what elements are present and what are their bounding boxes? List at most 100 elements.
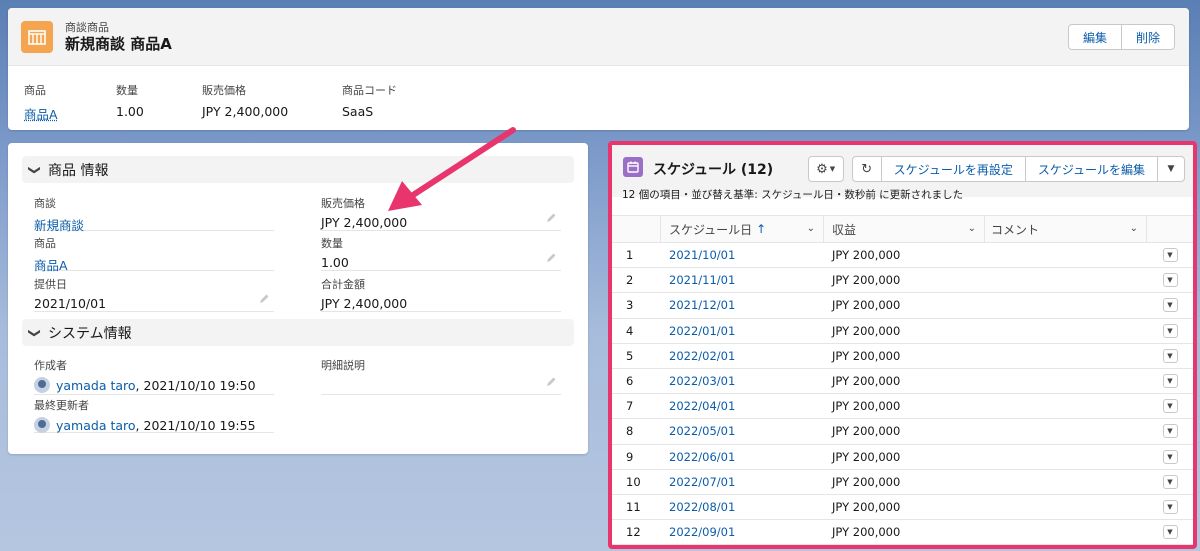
table-row: 10 2022/07/01 JPY 200,000 ▼: [612, 470, 1193, 495]
delete-button[interactable]: 削除: [1121, 24, 1175, 50]
row-number: 11: [626, 499, 641, 514]
created-by-user-link[interactable]: yamada taro: [56, 378, 136, 393]
more-actions-button[interactable]: ▼: [1158, 156, 1185, 182]
schedule-date-link[interactable]: 2022/03/01: [661, 374, 824, 388]
row-action-cell: ▼: [1147, 323, 1193, 338]
row-action-menu-button[interactable]: ▼: [1162, 399, 1178, 414]
column-header-comment[interactable]: コメント ⌄: [985, 216, 1147, 242]
row-action-menu-button[interactable]: ▼: [1162, 424, 1178, 439]
row-number: 8: [626, 424, 634, 439]
section-product-info-title: 商品 情報: [48, 162, 109, 179]
chevron-down-icon: ❯: [28, 164, 42, 175]
avatar: [34, 417, 50, 433]
row-number: 9: [626, 449, 634, 464]
chevron-down-icon: ▼: [1167, 477, 1173, 486]
edit-schedule-button[interactable]: スケジュールを編集: [1025, 156, 1158, 182]
edit-button[interactable]: 編集: [1067, 24, 1122, 50]
row-action-menu-button[interactable]: ▼: [1162, 273, 1178, 288]
chevron-down-icon: ▼: [1167, 326, 1173, 335]
row-action-menu-button[interactable]: ▼: [1162, 323, 1178, 338]
field-product-link[interactable]: 商品A: [34, 255, 274, 274]
revenue-cell: JPY 200,000: [832, 323, 901, 338]
row-action-menu-button[interactable]: ▼: [1162, 525, 1178, 540]
column-header-comment-label: コメント: [991, 222, 1040, 237]
column-header-revenue[interactable]: 収益 ⌄: [824, 216, 985, 242]
modified-by-timestamp: , 2021/10/10 19:55: [135, 417, 256, 433]
schedule-subtitle: 12 個の項目・並び替え基準: スケジュール日・数秒前 に更新されました: [622, 189, 964, 201]
row-action-menu-button[interactable]: ▼: [1162, 298, 1178, 313]
schedule-date-link[interactable]: 2022/06/01: [661, 450, 824, 464]
reset-schedule-button[interactable]: スケジュールを再設定: [881, 156, 1026, 182]
calendar-icon: [623, 157, 643, 177]
section-system-info-header[interactable]: ❯ システム情報: [22, 319, 574, 346]
schedule-date-link[interactable]: 2022/04/01: [661, 399, 824, 413]
schedule-date-link[interactable]: 2021/11/01: [661, 273, 824, 287]
chevron-down-icon[interactable]: ⌄: [968, 223, 976, 234]
highlight-product-link[interactable]: 商品A: [24, 104, 58, 123]
schedule-header: スケジュール (12) ⚙ ▼ ↻ スケジュールを再設定 スケジュールを編集 ▼…: [612, 145, 1193, 201]
row-action-menu-button[interactable]: ▼: [1162, 248, 1178, 263]
pencil-icon[interactable]: [545, 212, 557, 224]
revenue-cell: JPY 200,000: [832, 374, 901, 389]
schedule-date-link[interactable]: 2021/12/01: [661, 298, 824, 312]
refresh-button[interactable]: ↻: [851, 156, 882, 182]
product-icon-glyph: [28, 30, 46, 45]
schedule-related-list: スケジュール (12) ⚙ ▼ ↻ スケジュールを再設定 スケジュールを編集 ▼…: [608, 141, 1197, 549]
chevron-down-icon: ▼: [1167, 502, 1173, 511]
pencil-icon[interactable]: [545, 376, 557, 388]
highlight-quantity-label: 数量: [116, 84, 138, 97]
field-opportunity-link[interactable]: 新規商談: [34, 215, 274, 234]
highlight-product-code-label: 商品コード: [342, 84, 397, 97]
pencil-icon[interactable]: [545, 252, 557, 264]
chevron-down-icon[interactable]: ⌄: [807, 223, 815, 234]
record-title: 新規商談 商品A: [65, 35, 172, 53]
field-line-description: 明細説明: [321, 357, 561, 395]
schedule-date-link[interactable]: 2021/10/01: [661, 248, 824, 262]
row-action-menu-button[interactable]: ▼: [1162, 499, 1178, 514]
schedule-date-link[interactable]: 2022/02/01: [661, 349, 824, 363]
column-header-schedule-date[interactable]: スケジュール日 ↑ ⌄: [661, 216, 824, 242]
chevron-down-icon: ▼: [1167, 276, 1173, 285]
table-row: 2 2021/11/01 JPY 200,000 ▼: [612, 268, 1193, 294]
row-number: 12: [626, 525, 641, 540]
highlight-sales-price-label: 販売価格: [202, 84, 246, 97]
revenue-cell: JPY 200,000: [832, 273, 901, 288]
schedule-date-link[interactable]: 2022/08/01: [661, 500, 824, 514]
chevron-down-icon[interactable]: ⌄: [1130, 223, 1138, 234]
section-system-info-title: システム情報: [48, 325, 132, 342]
row-number: 10: [626, 474, 641, 489]
column-header-schedule-date-label: スケジュール日: [669, 222, 753, 237]
modified-by-user-link[interactable]: yamada taro: [56, 418, 136, 433]
table-row: 5 2022/02/01 JPY 200,000 ▼: [612, 344, 1193, 369]
field-total-price-label: 合計金額: [321, 278, 365, 291]
highlight-sales-price: 販売価格 JPY 2,400,000: [202, 82, 288, 119]
revenue-cell: JPY 200,000: [832, 525, 901, 540]
calendar-icon-glyph: [627, 161, 639, 173]
chevron-down-icon: ▼: [1167, 377, 1173, 386]
row-action-menu-button[interactable]: ▼: [1162, 348, 1178, 363]
schedule-date-link[interactable]: 2022/05/01: [661, 424, 824, 438]
revenue-cell: JPY 200,000: [832, 348, 901, 363]
chevron-down-icon: ▼: [1167, 301, 1173, 310]
field-total-price-value: JPY 2,400,000: [321, 296, 408, 311]
schedule-actions: ⚙ ▼ ↻ スケジュールを再設定 スケジュールを編集 ▼: [807, 156, 1185, 182]
field-service-date-value: 2021/10/01: [34, 296, 107, 311]
field-last-modified-by: 最終更新者 yamada taro , 2021/10/10 19:55: [34, 397, 274, 433]
table-header-row: スケジュール日 ↑ ⌄ 収益 ⌄ コメント ⌄: [612, 215, 1193, 243]
field-opportunity-label: 商談: [34, 197, 56, 210]
row-action-menu-button[interactable]: ▼: [1162, 374, 1178, 389]
table-row: 1 2021/10/01 JPY 200,000 ▼: [612, 243, 1193, 269]
list-settings-button[interactable]: ⚙ ▼: [807, 156, 844, 182]
row-number: 1: [626, 248, 634, 263]
row-action-menu-button[interactable]: ▼: [1162, 474, 1178, 489]
row-action-menu-button[interactable]: ▼: [1162, 449, 1178, 464]
revenue-cell: JPY 200,000: [832, 298, 901, 313]
schedule-date-link[interactable]: 2022/09/01: [661, 525, 824, 539]
schedule-date-link[interactable]: 2022/01/01: [661, 324, 824, 338]
field-product: 商品 商品A: [34, 235, 274, 274]
schedule-date-link[interactable]: 2022/07/01: [661, 475, 824, 489]
revenue-cell: JPY 200,000: [832, 248, 901, 263]
field-created-by: 作成者 yamada taro , 2021/10/10 19:50: [34, 357, 274, 395]
chevron-down-icon: ▼: [1167, 452, 1173, 461]
pencil-icon[interactable]: [258, 293, 270, 305]
